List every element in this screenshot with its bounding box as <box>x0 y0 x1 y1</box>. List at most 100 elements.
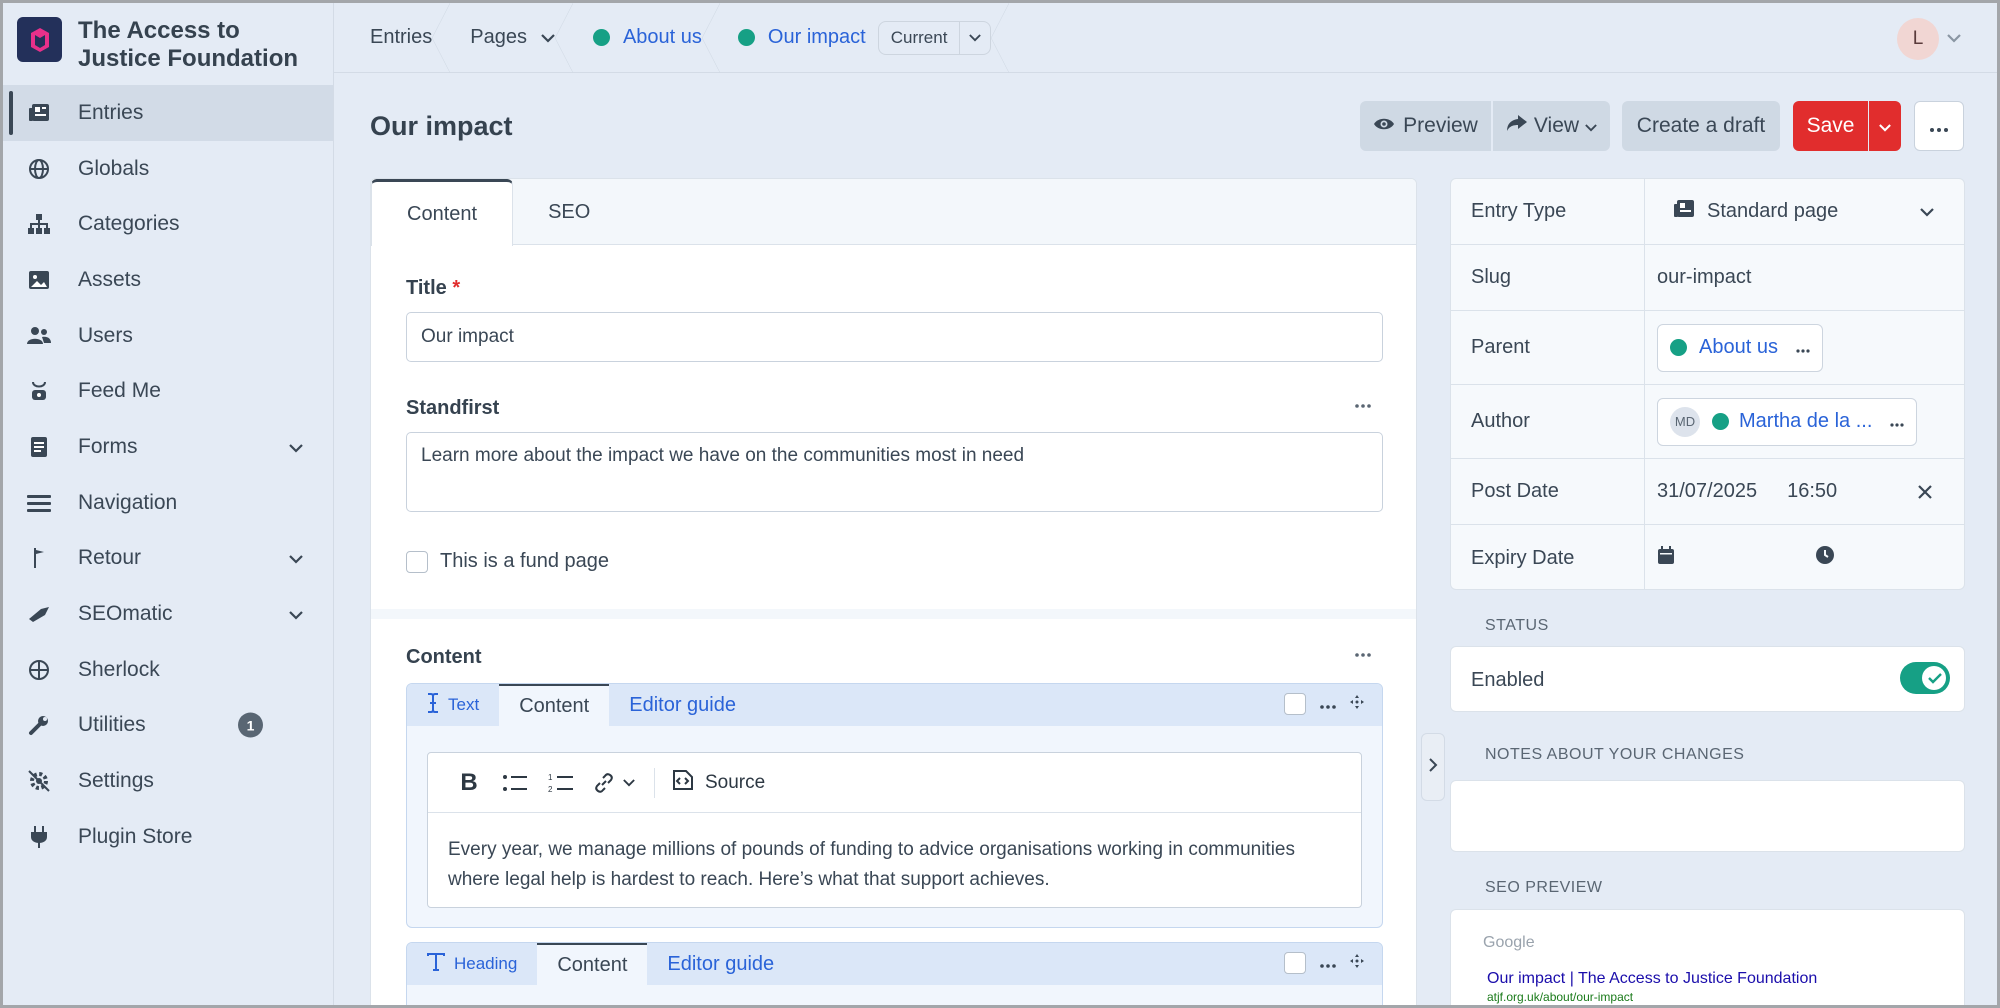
block-tab-editor-guide[interactable]: Editor guide <box>647 943 794 985</box>
tab-content[interactable]: Content <box>371 179 514 246</box>
bulleted-list-icon[interactable] <box>492 763 538 803</box>
bold-icon[interactable]: B <box>446 763 492 803</box>
block-select-checkbox[interactable] <box>1284 693 1306 715</box>
content-options-icon[interactable] <box>1355 646 1371 657</box>
fund-page-checkbox[interactable] <box>406 550 428 573</box>
nav-assets[interactable]: Assets <box>3 252 333 308</box>
chevron-down-icon[interactable] <box>289 546 303 570</box>
revision-selector[interactable]: Current <box>877 20 992 55</box>
chevron-down-icon[interactable] <box>289 435 303 459</box>
nav-label: Sherlock <box>78 657 160 681</box>
block-tab-editor-guide[interactable]: Editor guide <box>609 684 756 726</box>
parent-chip[interactable]: About us <box>1657 323 1823 372</box>
nav-plugin-store[interactable]: Plugin Store <box>3 809 333 865</box>
nav-seomatic[interactable]: SEOmatic <box>3 586 333 642</box>
ellipsis-icon[interactable] <box>1320 952 1336 974</box>
nav-categories[interactable]: Categories <box>3 196 333 252</box>
top-bar: Entries Pages About us Our impact Curren… <box>334 3 1997 73</box>
nav-globals[interactable]: Globals <box>3 141 333 197</box>
standfirst-options-icon[interactable] <box>1355 397 1371 408</box>
view-button[interactable]: View <box>1493 101 1610 151</box>
block-type-label: Text <box>448 695 480 714</box>
clock-icon[interactable] <box>1815 545 1835 571</box>
svg-text:1: 1 <box>548 773 553 782</box>
nav-settings[interactable]: Settings <box>3 753 333 809</box>
parent-value: About us <box>1699 336 1778 358</box>
entry-type-select[interactable]: Standard page <box>1645 179 1964 244</box>
nav-feed-me[interactable]: Feed Me <box>3 363 333 419</box>
nav-retour[interactable]: Retour <box>3 531 333 587</box>
breadcrumb-entries[interactable]: Entries <box>334 3 451 73</box>
feed-icon <box>25 377 53 405</box>
seomatic-icon <box>25 600 53 628</box>
nav-users[interactable]: Users <box>3 308 333 364</box>
source-button[interactable]: Source <box>665 763 771 803</box>
standfirst-textarea[interactable]: Learn more about the impact we have on t… <box>406 432 1383 512</box>
breadcrumb-pages[interactable]: Pages <box>432 3 573 73</box>
link-icon[interactable] <box>584 763 644 803</box>
brand[interactable]: The Access to Justice Foundation <box>17 17 318 73</box>
user-menu[interactable]: L <box>1897 18 1961 60</box>
create-draft-button[interactable]: Create a draft <box>1622 101 1780 151</box>
nav-label: Retour <box>78 546 142 570</box>
chevron-down-icon[interactable] <box>289 602 303 626</box>
preview-button[interactable]: Preview <box>1360 101 1491 151</box>
notes-textarea[interactable] <box>1450 780 1965 852</box>
ellipsis-icon[interactable] <box>1320 693 1336 715</box>
nav-navigation[interactable]: Navigation <box>3 475 333 531</box>
seo-preview-title: Our impact | The Access to Justice Found… <box>1487 970 1818 987</box>
move-handle-icon[interactable] <box>1350 693 1364 715</box>
ellipsis-icon <box>1930 114 1948 138</box>
breadcrumb-our-impact[interactable]: Our impact Current <box>702 3 1009 73</box>
block-tab-content[interactable]: Content <box>499 684 610 726</box>
ellipsis-icon[interactable] <box>1796 336 1810 359</box>
breadcrumb-about-us[interactable]: About us <box>555 3 720 73</box>
save-button[interactable]: Save <box>1793 101 1868 151</box>
image-icon <box>25 266 53 294</box>
block-actions <box>1284 952 1364 974</box>
expiry-date-field <box>1645 525 1964 589</box>
page-title: Our impact <box>370 111 513 141</box>
meta-key: Expiry Date <box>1451 525 1645 589</box>
nav-utilities[interactable]: Utilities 1 <box>3 698 333 754</box>
status-dot <box>592 29 610 46</box>
calendar-icon[interactable] <box>1657 545 1675 571</box>
title-input[interactable]: Our impact <box>406 312 1383 362</box>
tab-seo[interactable]: SEO <box>513 179 625 245</box>
eye-icon <box>1373 114 1395 138</box>
save-options-button[interactable] <box>1869 101 1901 151</box>
post-time-input[interactable]: 16:50 <box>1787 480 1837 503</box>
nav-forms[interactable]: Forms <box>3 419 333 475</box>
block-type-label: Heading <box>454 954 518 973</box>
fund-page-label: This is a fund page <box>440 550 609 572</box>
slug-input[interactable]: our-impact <box>1645 245 1964 310</box>
editor-body[interactable]: Every year, we manage millions of pounds… <box>428 813 1361 917</box>
meta-expiry-date: Expiry Date <box>1451 525 1964 589</box>
share-icon <box>1506 114 1528 138</box>
ellipsis-icon[interactable] <box>1890 410 1905 433</box>
clear-date-icon[interactable] <box>1918 479 1932 505</box>
content-panel: Content SEO Title * Our impact Standfirs… <box>370 178 1417 1005</box>
enabled-toggle[interactable] <box>1900 662 1950 694</box>
text-cursor-icon <box>427 692 439 718</box>
breadcrumb-label: About us <box>622 26 702 48</box>
move-handle-icon[interactable] <box>1350 952 1364 974</box>
meta-key: Slug <box>1451 245 1645 310</box>
meta-key: Parent <box>1451 311 1645 384</box>
standfirst-label: Standfirst <box>406 397 500 419</box>
author-chip[interactable]: MD Martha de la ... <box>1657 397 1918 446</box>
nav-label: SEOmatic <box>78 602 173 626</box>
meta-entry-type: Entry Type Standard page <box>1451 179 1964 245</box>
notes-heading: NOTES ABOUT YOUR CHANGES <box>1485 746 1745 763</box>
nav-entries[interactable]: Entries <box>3 85 333 141</box>
more-actions-button[interactable] <box>1914 101 1964 151</box>
block-select-checkbox[interactable] <box>1284 952 1306 974</box>
sidebar-collapse-toggle[interactable] <box>1421 733 1445 801</box>
nav-sherlock[interactable]: Sherlock <box>3 642 333 698</box>
chevron-down-icon <box>1879 114 1891 138</box>
post-date-input[interactable]: 31/07/2025 <box>1657 480 1757 503</box>
numbered-list-icon[interactable]: 12 <box>538 763 584 803</box>
block-tab-content[interactable]: Content <box>537 943 648 985</box>
block-header: Heading Content Editor guide <box>407 943 1382 985</box>
fund-page-checkbox-row[interactable]: This is a fund page <box>406 550 609 573</box>
